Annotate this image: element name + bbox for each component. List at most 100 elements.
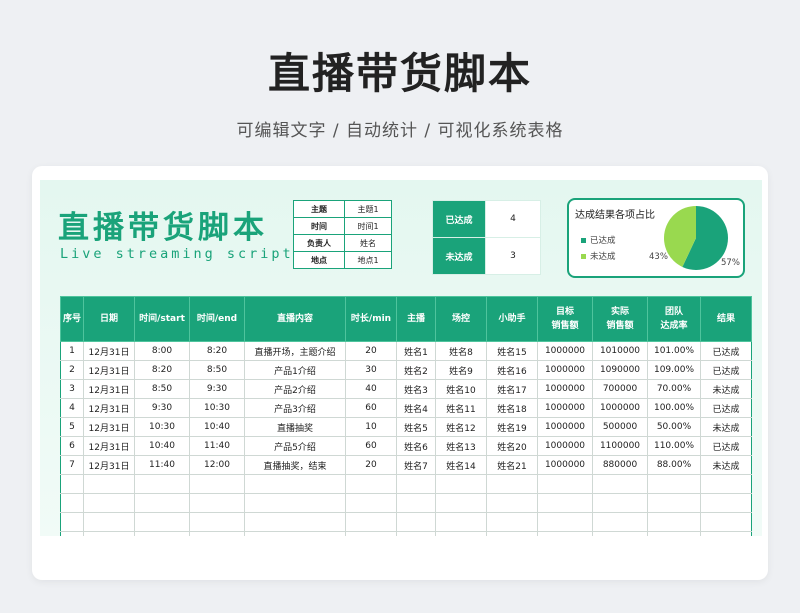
table-cell[interactable]	[647, 493, 701, 513]
table-cell[interactable]	[647, 512, 701, 532]
table-cell[interactable]: 姓名14	[435, 455, 487, 475]
table-cell[interactable]: 直播抽奖，结束	[244, 455, 346, 475]
table-cell[interactable]: 已达成	[700, 436, 752, 456]
table-cell[interactable]	[60, 531, 84, 536]
table-cell[interactable]	[700, 512, 752, 532]
table-cell[interactable]	[700, 531, 752, 536]
table-cell[interactable]	[396, 493, 436, 513]
table-cell[interactable]: 1000000	[537, 360, 593, 380]
table-cell[interactable]: 6	[60, 436, 84, 456]
table-cell[interactable]: 11:40	[134, 455, 190, 475]
table-cell[interactable]	[134, 493, 190, 513]
column-header[interactable]: 直播内容	[244, 296, 346, 342]
table-cell[interactable]: 姓名5	[396, 417, 436, 437]
table-cell[interactable]: 1010000	[592, 341, 648, 361]
table-cell[interactable]: 姓名13	[435, 436, 487, 456]
table-cell[interactable]: 直播开场，主题介绍	[244, 341, 346, 361]
table-cell[interactable]	[345, 474, 397, 494]
table-cell[interactable]	[435, 531, 487, 536]
table-cell[interactable]: 产品1介绍	[244, 360, 346, 380]
table-cell[interactable]	[189, 474, 245, 494]
table-cell[interactable]: 姓名7	[396, 455, 436, 475]
table-cell[interactable]: 1000000	[537, 455, 593, 475]
column-header[interactable]: 目标 销售额	[537, 296, 593, 342]
table-cell[interactable]: 20	[345, 455, 397, 475]
table-cell[interactable]: 1000000	[537, 341, 593, 361]
table-cell[interactable]: 已达成	[700, 341, 752, 361]
table-cell[interactable]: 姓名9	[435, 360, 487, 380]
table-cell[interactable]: 10	[345, 417, 397, 437]
table-cell[interactable]: 8:50	[189, 360, 245, 380]
info-value[interactable]: 姓名	[344, 234, 392, 252]
table-cell[interactable]	[244, 512, 346, 532]
table-cell[interactable]: 产品2介绍	[244, 379, 346, 399]
table-cell[interactable]: 姓名18	[486, 398, 538, 418]
table-cell[interactable]: 姓名21	[486, 455, 538, 475]
table-cell[interactable]: 1000000	[537, 436, 593, 456]
table-cell[interactable]: 姓名8	[435, 341, 487, 361]
table-cell[interactable]: 9:30	[189, 379, 245, 399]
table-cell[interactable]	[189, 531, 245, 536]
table-cell[interactable]: 已达成	[700, 398, 752, 418]
column-header[interactable]: 序号	[60, 296, 84, 342]
table-cell[interactable]: 姓名16	[486, 360, 538, 380]
table-cell[interactable]: 1	[60, 341, 84, 361]
table-cell[interactable]	[189, 493, 245, 513]
table-cell[interactable]: 姓名11	[435, 398, 487, 418]
table-cell[interactable]: 8:50	[134, 379, 190, 399]
table-cell[interactable]: 10:40	[189, 417, 245, 437]
table-cell[interactable]: 产品5介绍	[244, 436, 346, 456]
table-cell[interactable]	[537, 512, 593, 532]
table-cell[interactable]: 8:00	[134, 341, 190, 361]
table-cell[interactable]: 姓名17	[486, 379, 538, 399]
table-cell[interactable]: 12月31日	[83, 398, 135, 418]
table-cell[interactable]	[435, 474, 487, 494]
table-cell[interactable]: 110.00%	[647, 436, 701, 456]
table-cell[interactable]	[345, 493, 397, 513]
table-cell[interactable]	[60, 474, 84, 494]
column-header[interactable]: 场控	[435, 296, 487, 342]
table-cell[interactable]: 姓名2	[396, 360, 436, 380]
table-cell[interactable]: 70.00%	[647, 379, 701, 399]
table-cell[interactable]: 8:20	[189, 341, 245, 361]
table-cell[interactable]: 10:40	[134, 436, 190, 456]
table-cell[interactable]	[435, 512, 487, 532]
info-value[interactable]: 主题1	[344, 200, 392, 218]
column-header[interactable]: 时间/end	[189, 296, 245, 342]
table-cell[interactable]: 10:30	[189, 398, 245, 418]
table-cell[interactable]	[244, 531, 346, 536]
table-cell[interactable]: 直播抽奖	[244, 417, 346, 437]
table-cell[interactable]	[60, 493, 84, 513]
info-value[interactable]: 时间1	[344, 217, 392, 235]
column-header[interactable]: 小助手	[486, 296, 538, 342]
table-cell[interactable]: 姓名6	[396, 436, 436, 456]
table-cell[interactable]: 50.00%	[647, 417, 701, 437]
column-header[interactable]: 日期	[83, 296, 135, 342]
column-header[interactable]: 实际 销售额	[592, 296, 648, 342]
table-cell[interactable]: 11:40	[189, 436, 245, 456]
column-header[interactable]: 时长/min	[345, 296, 397, 342]
table-cell[interactable]: 60	[345, 436, 397, 456]
table-cell[interactable]	[592, 531, 648, 536]
table-cell[interactable]	[537, 493, 593, 513]
table-cell[interactable]	[486, 512, 538, 532]
table-cell[interactable]	[345, 531, 397, 536]
table-cell[interactable]	[700, 474, 752, 494]
table-cell[interactable]	[134, 531, 190, 536]
table-cell[interactable]: 3	[60, 379, 84, 399]
table-cell[interactable]: 700000	[592, 379, 648, 399]
table-cell[interactable]: 7	[60, 455, 84, 475]
column-header[interactable]: 结果	[700, 296, 752, 342]
table-cell[interactable]	[486, 474, 538, 494]
table-cell[interactable]: 2	[60, 360, 84, 380]
table-cell[interactable]: 姓名4	[396, 398, 436, 418]
column-header[interactable]: 团队 达成率	[647, 296, 701, 342]
table-cell[interactable]: 101.00%	[647, 341, 701, 361]
table-cell[interactable]: 姓名10	[435, 379, 487, 399]
table-cell[interactable]	[537, 474, 593, 494]
table-cell[interactable]	[396, 474, 436, 494]
table-cell[interactable]: 8:20	[134, 360, 190, 380]
table-cell[interactable]: 未达成	[700, 379, 752, 399]
table-cell[interactable]: 12月31日	[83, 436, 135, 456]
table-cell[interactable]: 500000	[592, 417, 648, 437]
